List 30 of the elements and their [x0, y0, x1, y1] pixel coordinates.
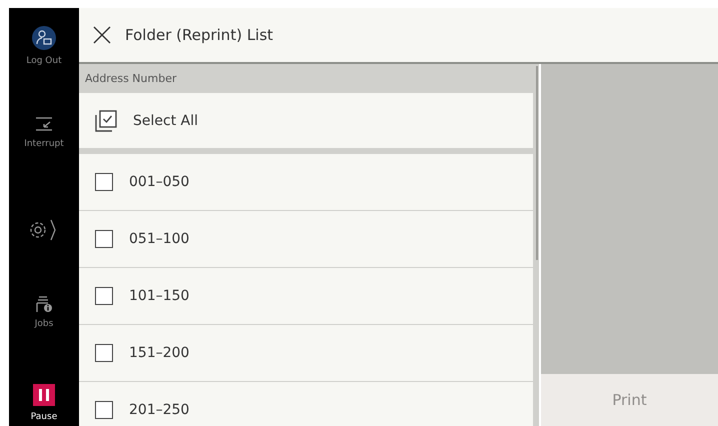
checkbox[interactable]	[95, 230, 113, 248]
checkbox[interactable]	[95, 173, 113, 191]
row-label: 201–250	[129, 402, 190, 418]
user-logout-icon	[32, 26, 56, 50]
row-label: 051–100	[129, 231, 190, 247]
address-range-row[interactable]: 151–200	[79, 325, 533, 382]
row-label: 101–150	[129, 288, 190, 304]
address-range-row[interactable]: 051–100	[79, 211, 533, 268]
pause-icon	[33, 384, 55, 406]
address-range-row[interactable]: 001–050	[79, 154, 533, 211]
jobs-icon	[35, 294, 53, 313]
close-icon[interactable]	[93, 26, 111, 44]
screen-title: Folder (Reprint) List	[125, 26, 274, 44]
sidebar-item[interactable]: Pause	[30, 384, 58, 426]
row-label: 001–050	[129, 174, 190, 190]
scrollbar[interactable]	[536, 66, 538, 260]
checkbox[interactable]	[95, 344, 113, 362]
checkbox[interactable]	[95, 401, 113, 419]
address-range-row[interactable]: 201–250	[79, 382, 533, 426]
sidebar-item[interactable]: Jobs	[34, 294, 54, 384]
select-all-checkbox-icon[interactable]	[95, 110, 117, 132]
sidebar-item[interactable]: Log Out	[26, 26, 62, 116]
column-header: Address Number	[84, 71, 178, 87]
address-range-row[interactable]: 101–150	[79, 268, 533, 325]
sidebar-item[interactable]: Interrupt	[24, 115, 64, 204]
row-label: 151–200	[129, 345, 190, 361]
interrupt-icon	[34, 115, 54, 134]
row-label: Select All	[133, 112, 198, 128]
checkbox[interactable]	[95, 287, 113, 305]
select-all-row[interactable]: Select All	[79, 93, 533, 149]
